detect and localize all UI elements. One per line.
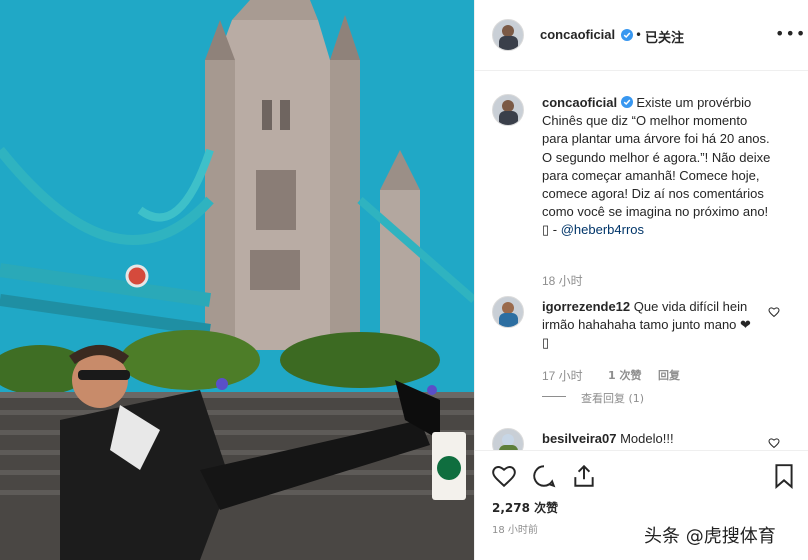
post-side-panel: concaoficial • 已关注 ••• concaoficial Exis…	[474, 0, 808, 560]
like-count[interactable]: 2,278 次赞	[492, 499, 558, 516]
comment-1-likes[interactable]: 1 次赞	[608, 367, 641, 383]
header-separator: •	[635, 28, 643, 42]
author-username[interactable]: concaoficial	[540, 27, 615, 42]
verified-badge-icon	[621, 29, 633, 41]
author-avatar[interactable]	[492, 19, 524, 51]
comment-like-heart-icon[interactable]	[768, 306, 780, 318]
view-replies-button[interactable]: 查看回复 (1)	[581, 390, 644, 406]
comments-list[interactable]: concaoficial Existe um provérbio Chinês …	[475, 72, 808, 450]
save-bookmark-icon[interactable]	[771, 463, 797, 489]
comment-2-username[interactable]: besilveira07	[542, 431, 616, 446]
comment-2-text: Modelo!!!	[620, 431, 674, 446]
comment-1: igorrezende12 Que vida difícil hein irmã…	[542, 298, 754, 353]
caption-text: Existe um provérbio Chinês que diz “O me…	[542, 95, 771, 220]
comment-2: besilveira07 Modelo!!!	[542, 430, 772, 448]
caption-time[interactable]: 18 小时	[542, 272, 583, 289]
caption-username[interactable]: concaoficial	[542, 95, 617, 110]
post-time[interactable]: 18 小时前	[492, 521, 538, 536]
verified-badge-icon	[620, 96, 633, 108]
comment-1-time[interactable]: 17 小时	[542, 367, 583, 384]
post-photo[interactable]	[0, 0, 474, 560]
comment-1-reply-button[interactable]: 回复	[658, 367, 680, 383]
caption-credit-prefix: ▯ -	[542, 222, 561, 238]
caption: concaoficial Existe um provérbio Chinês …	[542, 94, 772, 240]
commenter-avatar[interactable]	[492, 428, 524, 450]
comment-1-username[interactable]: igorrezende12	[542, 299, 630, 314]
caption-avatar[interactable]	[492, 94, 524, 126]
post-header: concaoficial • 已关注 •••	[475, 0, 808, 71]
like-heart-icon[interactable]	[491, 463, 517, 489]
comment-bubble-icon[interactable]	[531, 463, 557, 489]
more-options-icon[interactable]: •••	[775, 24, 806, 43]
share-icon[interactable]	[571, 463, 597, 489]
commenter-avatar[interactable]	[492, 296, 524, 328]
comment-like-heart-icon[interactable]	[768, 437, 780, 449]
follow-status-button[interactable]: 已关注	[645, 27, 684, 46]
watermark-text: 头条 @虎搜体育	[644, 526, 776, 547]
tower-bridge-photo	[0, 0, 474, 560]
view-replies-line	[542, 396, 566, 397]
credit-mention-link[interactable]: @heberb4rros	[561, 222, 644, 237]
